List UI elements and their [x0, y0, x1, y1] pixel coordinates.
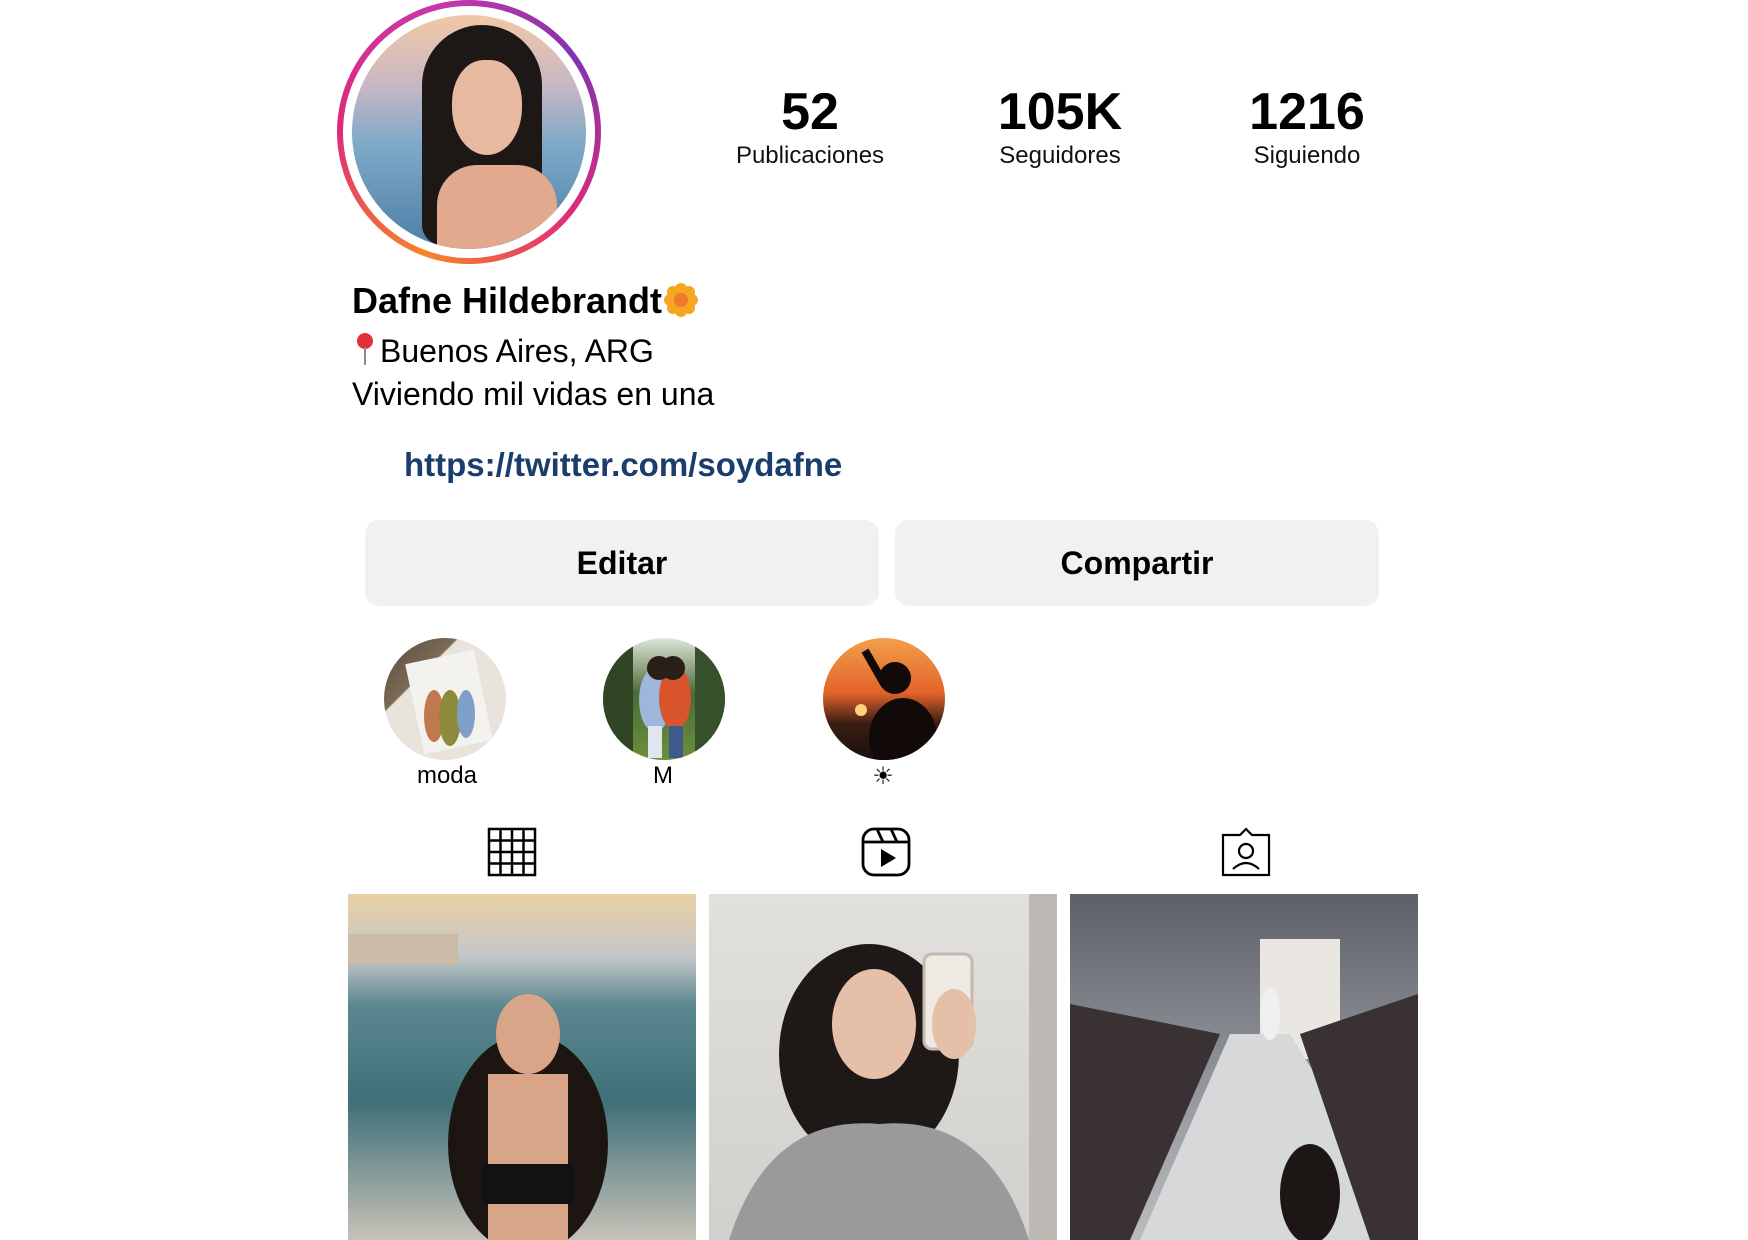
stat-followers-label: Seguidores — [999, 142, 1121, 169]
profile-location: Buenos Aires, ARG — [352, 332, 654, 370]
post-3-image — [1070, 939, 1418, 1240]
stat-posts-label: Publicaciones — [735, 142, 885, 169]
stat-seguidores[interactable]: 105K Seguidores — [940, 82, 1180, 170]
round-pushpin-icon — [357, 333, 373, 365]
edit-profile-button[interactable]: Editar — [365, 520, 879, 606]
grid-icon[interactable] — [487, 827, 537, 877]
stat-siguiendo[interactable]: 1216 Siguiendo — [1187, 82, 1427, 170]
post-thumbnail-1[interactable] — [348, 894, 696, 1240]
post-thumbnail-2[interactable] — [709, 894, 1057, 1240]
profile-location-text: Buenos Aires, ARG — [380, 333, 654, 369]
highlight-m[interactable] — [603, 638, 725, 760]
profile-bio: Viviendo mil vidas en una — [352, 376, 715, 412]
profile-link[interactable]: https://twitter.com/soydafne — [404, 446, 842, 484]
reels-icon[interactable] — [861, 827, 911, 877]
stat-posts-count: 52 — [781, 83, 839, 141]
post-2-image — [729, 894, 1057, 1240]
stat-followers-count: 105K — [997, 83, 1123, 141]
post-1-image — [348, 934, 608, 1240]
profile-name: Dafne Hildebrandt — [352, 280, 699, 322]
post-thumbnail-3[interactable] — [1070, 894, 1418, 1240]
tagged-icon[interactable] — [1221, 827, 1271, 877]
highlight-sun-label: ☀ — [872, 763, 894, 790]
avatar[interactable] — [352, 15, 586, 249]
highlight-sun[interactable] — [823, 638, 945, 760]
highlight-sun-thumbnail — [855, 648, 937, 760]
highlight-m-label: M — [653, 762, 673, 789]
profile-name-text: Dafne Hildebrandt — [352, 280, 663, 321]
stat-publicaciones[interactable]: 52 Publicaciones — [690, 82, 930, 170]
highlight-moda[interactable] — [384, 638, 506, 760]
stat-following-label: Siguiendo — [1253, 142, 1361, 169]
stat-following-count: 1216 — [1249, 83, 1365, 141]
highlight-moda-label: moda — [416, 762, 478, 789]
highlight-moda-thumbnail — [405, 649, 493, 755]
share-profile-button[interactable]: Compartir — [895, 520, 1379, 606]
flower-emoji-icon — [664, 283, 699, 317]
highlight-m-thumbnail — [603, 638, 725, 760]
